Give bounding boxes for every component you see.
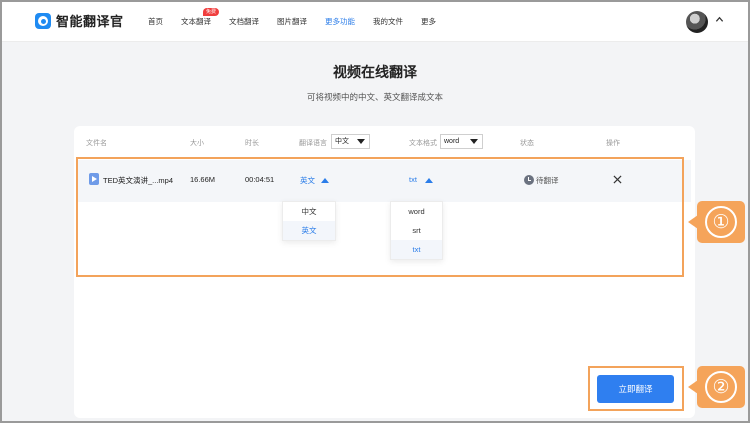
caret-down-icon [470, 139, 478, 144]
header-format-select[interactable]: word [440, 134, 483, 149]
col-header-action: 操作 [606, 140, 620, 147]
nav-item-document-translate[interactable]: 文档翻译 [229, 2, 259, 42]
nav-item-my-files[interactable]: 我的文件 [373, 2, 403, 42]
nav-item-image-translate[interactable]: 图片翻译 [277, 2, 307, 42]
header-language-select[interactable]: 中文 [331, 134, 370, 149]
nav-item-more[interactable]: 更多 [421, 2, 436, 42]
annotation-number-1: ① [705, 206, 737, 238]
col-header-size: 大小 [190, 140, 204, 147]
nav-label: 我的文件 [373, 17, 403, 26]
main-nav: 首页 文本翻译 免费 文档翻译 图片翻译 更多功能 我的文件 更多 [148, 2, 454, 42]
avatar[interactable] [686, 11, 708, 33]
nav-item-home[interactable]: 首页 [148, 2, 163, 42]
nav-label: 首页 [148, 17, 163, 26]
page-title: 视频在线翻译 [333, 64, 417, 80]
nav-label: 更多功能 [325, 17, 355, 26]
col-header-language: 翻译语言 [299, 140, 327, 147]
select-value: word [444, 138, 460, 145]
col-header-duration: 时长 [245, 140, 259, 147]
nav-label: 文本翻译 [181, 17, 211, 26]
brand-logo-icon [35, 12, 51, 29]
top-header: 智能翻译官 首页 文本翻译 免费 文档翻译 图片翻译 更多功能 我的文件 更多 [2, 2, 748, 42]
nav-label: 图片翻译 [277, 17, 307, 26]
page-subtitle: 可将视频中的中文、英文翻译成文本 [306, 92, 443, 102]
annotation-callout-2: ② [688, 366, 745, 408]
annotation-box-1 [76, 157, 684, 277]
nav-label: 更多 [421, 17, 436, 26]
free-badge: 免费 [203, 8, 220, 16]
brand-name: 智能翻译官 [56, 14, 124, 29]
select-value: 中文 [335, 138, 349, 145]
nav-item-text-translate[interactable]: 文本翻译 免费 [181, 2, 220, 42]
col-header-format: 文本格式 [409, 140, 437, 147]
nav-label: 文档翻译 [229, 17, 259, 26]
chevron-up-icon[interactable] [715, 15, 724, 24]
annotation-number-2: ② [705, 371, 737, 403]
annotation-box-2 [588, 366, 684, 411]
brand-logo[interactable]: 智能翻译官 [35, 11, 124, 30]
col-header-status: 状态 [520, 140, 534, 147]
caret-down-icon [357, 139, 365, 144]
nav-item-more-features[interactable]: 更多功能 [325, 2, 355, 42]
annotation-callout-1: ① [688, 201, 745, 243]
col-header-filename: 文件名 [86, 140, 107, 147]
